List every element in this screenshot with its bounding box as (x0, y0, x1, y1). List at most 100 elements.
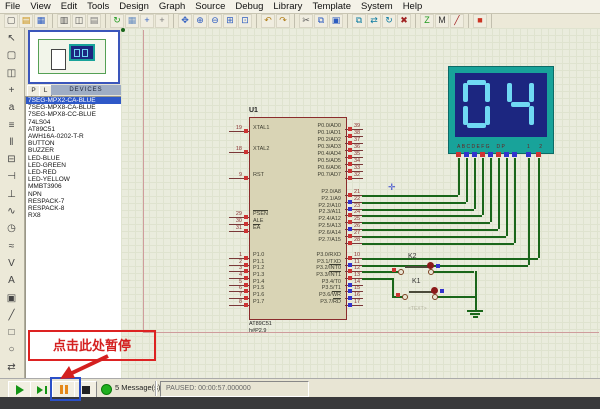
wire-label-icon[interactable]: a (3, 100, 20, 115)
property-assign-icon[interactable]: ╱ (450, 14, 464, 28)
print-icon[interactable]: ▥ (57, 14, 71, 28)
block-copy-icon[interactable]: ⧉ (352, 14, 366, 28)
save-icon[interactable]: ▦ (34, 14, 48, 28)
undo-icon[interactable]: ↶ (261, 14, 275, 28)
device-item[interactable]: 7SEG-MPX8-CC-BLUE (26, 111, 121, 118)
device-item[interactable]: NPN (26, 191, 121, 198)
menu-graph[interactable]: Graph (154, 0, 190, 13)
pan-icon[interactable]: ✥ (178, 14, 192, 28)
junction-icon[interactable]: + (3, 83, 20, 98)
device-item[interactable]: AT89C51 (26, 126, 121, 133)
display-pin-state (512, 152, 517, 157)
tape-icon[interactable]: ◷ (3, 221, 20, 236)
origin-icon[interactable]: + (140, 14, 154, 28)
switch-terminal[interactable] (398, 269, 404, 275)
block-rotate-icon[interactable]: ↻ (382, 14, 396, 28)
menu-help[interactable]: Help (398, 0, 428, 13)
play-button[interactable] (8, 381, 31, 398)
new-icon[interactable]: ▢ (4, 14, 18, 28)
display-pin-state (480, 152, 485, 157)
switch-terminal[interactable] (428, 269, 434, 275)
menu-edit[interactable]: Edit (56, 0, 82, 13)
device-item[interactable]: RX8 (26, 212, 121, 219)
box-icon[interactable]: □ (3, 325, 20, 340)
switch-k1[interactable] (409, 291, 433, 293)
message-count[interactable]: 5 Message(s) (115, 383, 160, 392)
device-item[interactable]: 7SEG-MPX8-CA-BLUE (26, 104, 121, 111)
pointer-icon[interactable]: ↖ (3, 31, 20, 46)
device-item[interactable]: LED-YELLOW (26, 176, 121, 183)
menu-tools[interactable]: Tools (82, 0, 114, 13)
device-item[interactable]: RESPACK-8 (26, 205, 121, 212)
menu-template[interactable]: Template (307, 0, 356, 13)
switch-terminal[interactable] (432, 294, 438, 300)
device-item[interactable]: RESPACK-7 (26, 198, 121, 205)
overview-preview[interactable] (28, 30, 120, 84)
current-probe-icon[interactable]: A (3, 273, 20, 288)
search-tag-icon[interactable]: M (435, 14, 449, 28)
device-item[interactable]: 7SEG-MPX2-CA-BLUE (26, 97, 121, 104)
line-icon[interactable]: ╱ (3, 308, 20, 323)
pin-state-indicator (396, 293, 400, 297)
zoom-in-icon[interactable]: ⊕ (193, 14, 207, 28)
device-pin-icon[interactable]: ⊥ (3, 187, 20, 202)
menu-view[interactable]: View (25, 0, 55, 13)
terminal-icon[interactable]: ⊣ (3, 169, 20, 184)
mark-output-icon[interactable]: ◫ (72, 14, 86, 28)
pin-name-label: P2.7/A15 (253, 237, 341, 243)
bus-icon[interactable]: ‖ (3, 135, 20, 150)
cursor-icon[interactable]: + (155, 14, 169, 28)
netlist-ares-icon[interactable]: ■ (473, 14, 487, 28)
zoom-all-icon[interactable]: ⊞ (223, 14, 237, 28)
cut-icon[interactable]: ✂ (299, 14, 313, 28)
wire (458, 158, 460, 195)
block-delete-icon[interactable]: ✖ (397, 14, 411, 28)
device-item[interactable]: MMBT3906 (26, 183, 121, 190)
switch-k2[interactable] (405, 266, 429, 268)
mirror-icon[interactable]: ⇄ (3, 360, 20, 375)
device-item[interactable]: BUTTON (26, 140, 121, 147)
switch-actuator[interactable] (427, 262, 434, 269)
switch-terminal[interactable] (402, 294, 408, 300)
menu-debug[interactable]: Debug (230, 0, 268, 13)
switch-actuator[interactable] (431, 287, 438, 294)
display-pin-state (456, 152, 461, 157)
voltage-probe-icon[interactable]: V (3, 256, 20, 271)
schematic-canvas[interactable]: U1 AT89C51 h#P2.9 XTAL1XTAL2RSTPSENALEEA… (121, 28, 600, 378)
device-item[interactable]: LED-GREEN (26, 162, 121, 169)
play-icon (16, 385, 24, 395)
device-item[interactable]: BUZZER (26, 147, 121, 154)
menu-file[interactable]: File (0, 0, 25, 13)
open-icon[interactable]: ▤ (19, 14, 33, 28)
instrument-icon[interactable]: ▣ (3, 291, 20, 306)
seven-segment-display[interactable]: ABCDEFG DP 1 2 (448, 66, 554, 154)
zoom-area-icon[interactable]: ⊡ (238, 14, 252, 28)
menu-design[interactable]: Design (114, 0, 154, 13)
menu-source[interactable]: Source (190, 0, 230, 13)
device-item[interactable]: LED-RED (26, 169, 121, 176)
circle-icon[interactable]: ○ (3, 342, 20, 357)
selection-icon[interactable]: ▢ (3, 48, 20, 63)
zoom-out-icon[interactable]: ⊖ (208, 14, 222, 28)
block-move-icon[interactable]: ⇄ (367, 14, 381, 28)
menu-library[interactable]: Library (268, 0, 307, 13)
script-icon[interactable]: ≡ (3, 118, 20, 133)
copy-icon[interactable]: ⧉ (314, 14, 328, 28)
device-item[interactable]: LED-BLUE (26, 155, 121, 162)
component-icon[interactable]: ◫ (3, 66, 20, 81)
grid-icon[interactable]: ▦ (125, 14, 139, 28)
autorouter-icon[interactable]: Z (420, 14, 434, 28)
menu-system[interactable]: System (356, 0, 398, 13)
export-graphics-icon[interactable]: ▤ (87, 14, 101, 28)
pin-number: 34 (354, 158, 360, 164)
redraw-icon[interactable]: ↻ (110, 14, 124, 28)
graph-icon[interactable]: ∿ (3, 204, 20, 219)
generator-icon[interactable]: ≈ (3, 239, 20, 254)
paste-icon[interactable]: ▣ (329, 14, 343, 28)
device-item[interactable]: 74LS04 (26, 119, 121, 126)
device-item[interactable]: AWH16A-0202-T-R (26, 133, 121, 140)
simulation-time: PAUSED: 00:00:57.000000 (160, 381, 309, 397)
subcircuit-icon[interactable]: ⊟ (3, 152, 20, 167)
pin-state-indicator (244, 276, 248, 280)
redo-icon[interactable]: ↷ (276, 14, 290, 28)
